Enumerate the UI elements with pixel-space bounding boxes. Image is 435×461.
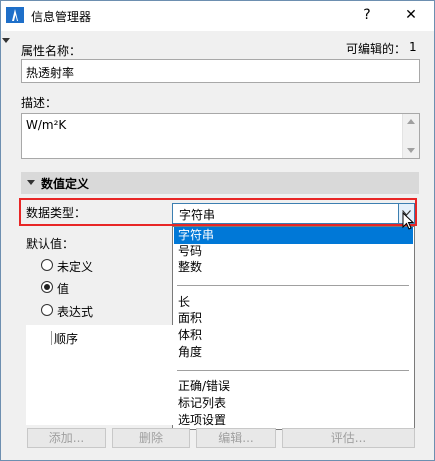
add-button[interactable]: 添加...	[27, 428, 106, 448]
window-title: 信息管理器	[31, 10, 92, 24]
option-string[interactable]: 字符串	[174, 227, 413, 244]
option-option-set[interactable]: 选项设置	[174, 412, 413, 429]
option-boolean[interactable]: 正确/错误	[174, 378, 413, 395]
default-value-label: 默认值：	[26, 237, 75, 251]
option-area[interactable]: 面积	[174, 310, 413, 327]
archicad-icon	[6, 7, 24, 23]
option-volume[interactable]: 体积	[174, 327, 413, 344]
mouse-pointer-icon	[402, 211, 415, 234]
value-list[interactable]: 顺序	[26, 325, 174, 425]
datatype-label: 数据类型：	[26, 206, 87, 220]
option-tag-list[interactable]: 标记列表	[174, 395, 413, 412]
evaluate-button[interactable]: 评估...	[282, 428, 415, 448]
scroll-down-icon[interactable]	[407, 148, 415, 153]
radio-undefined[interactable]	[41, 259, 53, 271]
property-name-value: 热透射率	[26, 66, 75, 80]
radio-expression[interactable]	[41, 304, 53, 316]
datatype-selected-value: 字符串	[179, 208, 216, 222]
radio-undefined-label: 未定义	[57, 260, 94, 274]
editable-label: 可编辑的：	[346, 42, 407, 56]
collapse-marker-icon	[2, 38, 10, 43]
option-number[interactable]: 号码	[174, 243, 413, 260]
value-definition-section[interactable]: 数值定义	[21, 172, 419, 194]
close-button[interactable]: ✕	[396, 1, 426, 29]
section-title: 数值定义	[41, 177, 90, 191]
option-length[interactable]: 长	[174, 294, 413, 311]
radio-value[interactable]	[41, 281, 53, 293]
help-button[interactable]: ?	[352, 1, 382, 29]
delete-button[interactable]: 删除	[112, 428, 190, 448]
option-integer[interactable]: 整数	[174, 259, 413, 276]
property-name-field[interactable]: 热透射率	[21, 59, 420, 83]
description-field[interactable]: W/m²K	[21, 113, 420, 159]
option-angle[interactable]: 角度	[174, 344, 413, 361]
radio-value-label: 值	[57, 282, 70, 296]
datatype-combobox[interactable]: 字符串	[172, 203, 415, 224]
editable-value: 1	[409, 40, 417, 54]
edit-button[interactable]: 编辑...	[196, 428, 276, 448]
property-name-label: 属性名称：	[21, 44, 82, 58]
scroll-up-icon[interactable]	[407, 119, 415, 124]
description-value: W/m²K	[26, 118, 67, 132]
separator	[177, 370, 409, 371]
datatype-dropdown-list[interactable]: 字符串 号码 整数 长 面积 体积 角度 正确/错误 标记列表 选项设置	[172, 226, 415, 430]
order-column-header[interactable]: 顺序	[54, 330, 78, 347]
section-expand-icon	[27, 180, 35, 185]
radio-expression-label: 表达式	[57, 305, 94, 319]
separator	[177, 285, 409, 286]
description-scrollbar[interactable]	[402, 114, 419, 158]
column-divider	[51, 331, 52, 345]
description-label: 描述：	[21, 96, 58, 110]
